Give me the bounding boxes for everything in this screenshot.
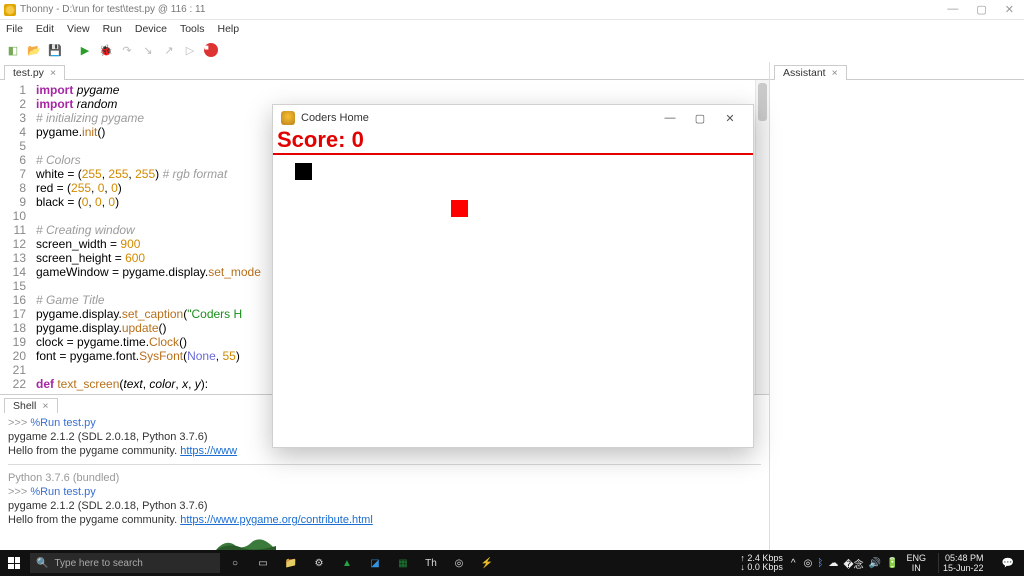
search-icon: 🔍: [36, 558, 48, 569]
drive-icon[interactable]: ▲: [338, 554, 356, 572]
bluetooth-icon[interactable]: ᛒ: [817, 558, 823, 569]
pygame-close[interactable]: ✕: [715, 112, 745, 125]
volume-icon[interactable]: 🔊: [869, 558, 881, 569]
assistant-tab[interactable]: Assistant: [774, 65, 847, 80]
chrome-tray-icon[interactable]: ◎: [804, 558, 813, 569]
close-button[interactable]: ✕: [1005, 3, 1014, 16]
python-icon[interactable]: ⚡: [478, 554, 496, 572]
divider-line: [273, 153, 753, 155]
minimize-button[interactable]: ―: [947, 3, 958, 16]
shell-tab[interactable]: Shell: [4, 398, 58, 413]
clock[interactable]: 05:48 PM 15-Jun-22: [938, 553, 988, 573]
onedrive-icon[interactable]: ☁: [828, 558, 838, 569]
run-button[interactable]: ▶: [76, 41, 94, 59]
excel-icon[interactable]: ▦: [394, 554, 412, 572]
chrome-icon[interactable]: ◎: [450, 554, 468, 572]
taskbar-search[interactable]: 🔍 Type here to search: [30, 553, 220, 573]
battery-icon[interactable]: 🔋: [886, 558, 898, 569]
menu-help[interactable]: Help: [217, 23, 239, 35]
pygame-maximize[interactable]: ▢: [685, 112, 715, 125]
vscode-icon[interactable]: ◪: [366, 554, 384, 572]
explorer-icon[interactable]: 📁: [282, 554, 300, 572]
editor-scrollbar[interactable]: [755, 80, 769, 394]
keyboard-region: IN: [907, 563, 927, 573]
notifications-icon[interactable]: 💬: [996, 558, 1020, 569]
stop-button[interactable]: ■: [202, 41, 220, 59]
step-out-button[interactable]: ↗: [160, 41, 178, 59]
step-over-button[interactable]: ↷: [118, 41, 136, 59]
menu-device[interactable]: Device: [135, 23, 167, 35]
net-speed: ↑ 2.4 Kbps ↓ 0.0 Kbps: [740, 554, 783, 572]
app-icon: [4, 4, 16, 16]
new-file-button[interactable]: ◧: [4, 41, 22, 59]
pygame-title: Coders Home: [301, 112, 369, 124]
wifi-icon[interactable]: �念: [843, 556, 863, 571]
debug-button[interactable]: 🐞: [97, 41, 115, 59]
open-file-button[interactable]: 📂: [25, 41, 43, 59]
game-canvas[interactable]: Score: 0: [273, 131, 753, 447]
menu-file[interactable]: File: [6, 23, 23, 35]
pygame-window[interactable]: Coders Home ― ▢ ✕ Score: 0: [272, 104, 754, 448]
maximize-button[interactable]: ▢: [976, 3, 986, 16]
pygame-minimize[interactable]: ―: [655, 112, 685, 124]
score-label: Score: 0: [277, 127, 364, 153]
resume-button[interactable]: ▷: [181, 41, 199, 59]
pygame-icon: [281, 111, 295, 125]
step-into-button[interactable]: ↘: [139, 41, 157, 59]
editor-tab[interactable]: test.py: [4, 65, 65, 80]
save-file-button[interactable]: 💾: [46, 41, 64, 59]
menu-view[interactable]: View: [67, 23, 90, 35]
search-placeholder: Type here to search: [54, 558, 142, 569]
food-block: [451, 200, 468, 217]
window-title: Thonny - D:\run for test\test.py @ 116 :…: [20, 4, 947, 15]
thonny-task-icon[interactable]: Th: [422, 554, 440, 572]
keyboard-lang[interactable]: ENG: [907, 553, 927, 563]
menu-edit[interactable]: Edit: [36, 23, 54, 35]
taskbar[interactable]: 🔍 Type here to search ○ ▭ 📁 ⚙ ▲ ◪ ▦ Th ◎…: [0, 550, 1024, 576]
snake-head: [295, 163, 312, 180]
start-button[interactable]: [0, 557, 28, 569]
settings-icon[interactable]: ⚙: [310, 554, 328, 572]
tray-chevron-icon[interactable]: ^: [791, 558, 796, 569]
menu-tools[interactable]: Tools: [180, 23, 205, 35]
task-view-icon[interactable]: ▭: [254, 554, 272, 572]
menu-run[interactable]: Run: [103, 23, 122, 35]
cortana-icon[interactable]: ○: [226, 554, 244, 572]
